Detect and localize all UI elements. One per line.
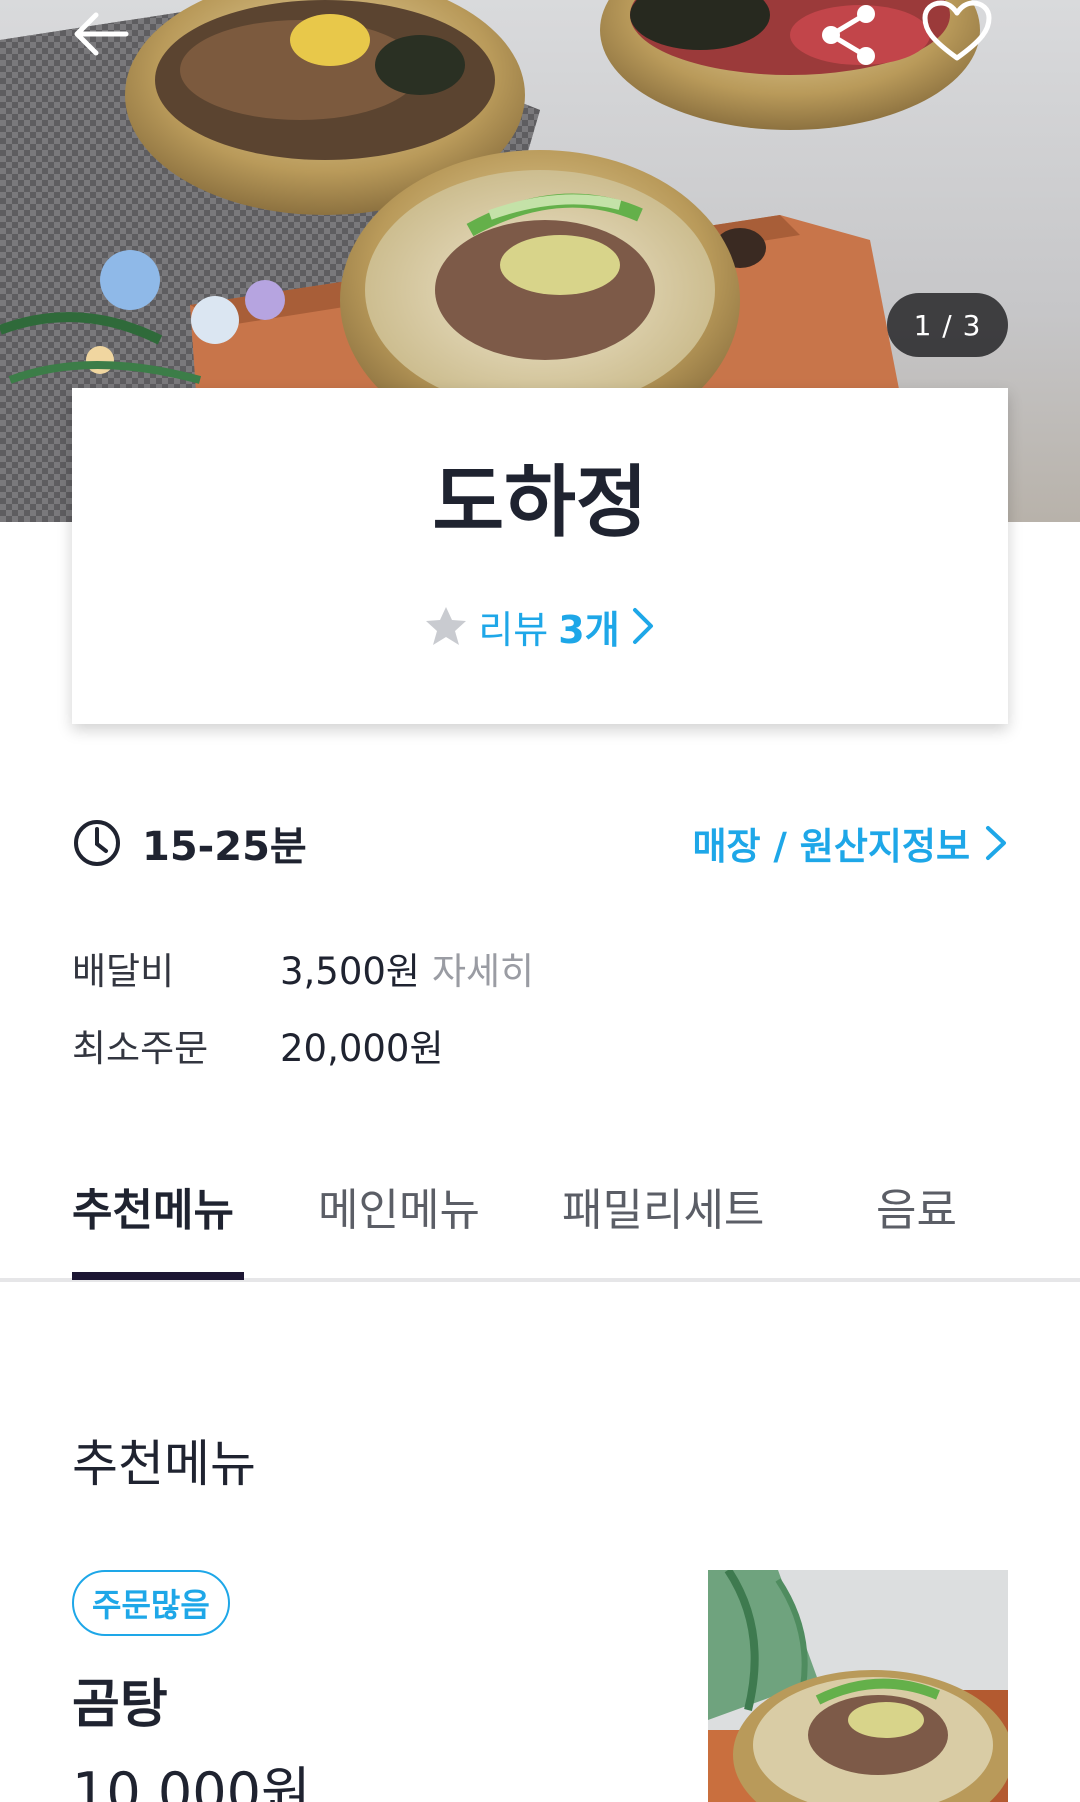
image-counter: 1 / 3	[887, 293, 1008, 357]
menu-item-name: 곰탕	[72, 1675, 168, 1735]
star-icon	[426, 607, 467, 645]
section-title: 추천메뉴	[72, 1435, 256, 1493]
delivery-fee-label: 배달비	[72, 950, 175, 993]
min-order-label: 최소주문	[72, 1027, 209, 1070]
heart-icon	[922, 0, 992, 61]
delivery-fee-row: 배달비 3,500원 자세히	[72, 942, 534, 994]
like-button[interactable]	[922, 0, 1008, 86]
chevron-right-icon	[632, 608, 653, 644]
menu-category-tabs: 추천메뉴 메인메뉴 패밀리세트 음료	[0, 1160, 1080, 1282]
delivery-time: 15-25분	[72, 814, 307, 872]
store-card: 도하정 리뷰 3개	[72, 388, 1008, 724]
store-origin-info-link[interactable]: 매장 / 원산지정보	[692, 816, 1008, 870]
back-button[interactable]	[70, 10, 146, 86]
store-origin-info-label: 매장 / 원산지정보	[692, 825, 970, 868]
menu-item-price: 10,000원	[72, 1761, 311, 1802]
gomtang-photo	[708, 1570, 1008, 1802]
delivery-fee-detail-link[interactable]: 자세히	[432, 941, 534, 995]
store-name: 도하정	[432, 458, 648, 548]
review-link[interactable]: 리뷰 3개	[72, 601, 1008, 652]
menu-item[interactable]: 주문많음 곰탕 10,000원	[0, 1570, 1080, 1802]
tab-drinks[interactable]: 음료	[876, 1174, 957, 1238]
menu-item-thumbnail	[708, 1570, 1008, 1802]
arrow-left-icon	[74, 12, 129, 56]
share-button[interactable]	[818, 2, 898, 82]
review-label: 리뷰	[478, 607, 549, 652]
min-order-row: 최소주문 20,000원	[72, 1019, 444, 1071]
tab-main-menu[interactable]: 메인메뉴	[318, 1174, 480, 1238]
share-icon	[822, 5, 875, 65]
clock-icon	[74, 820, 120, 866]
delivery-fee-value: 3,500원	[280, 950, 420, 993]
min-order-value: 20,000원	[280, 1027, 444, 1070]
delivery-time-value: 15-25분	[142, 824, 307, 870]
tab-family-set[interactable]: 패밀리세트	[562, 1174, 764, 1238]
tab-active-indicator	[72, 1272, 244, 1280]
delivery-info-row: 15-25분 매장 / 원산지정보	[72, 813, 1008, 873]
chevron-right-icon	[986, 826, 1006, 860]
popular-badge: 주문많음	[72, 1570, 230, 1636]
review-count: 3개	[558, 607, 620, 652]
tab-recommended[interactable]: 추천메뉴	[72, 1174, 234, 1238]
